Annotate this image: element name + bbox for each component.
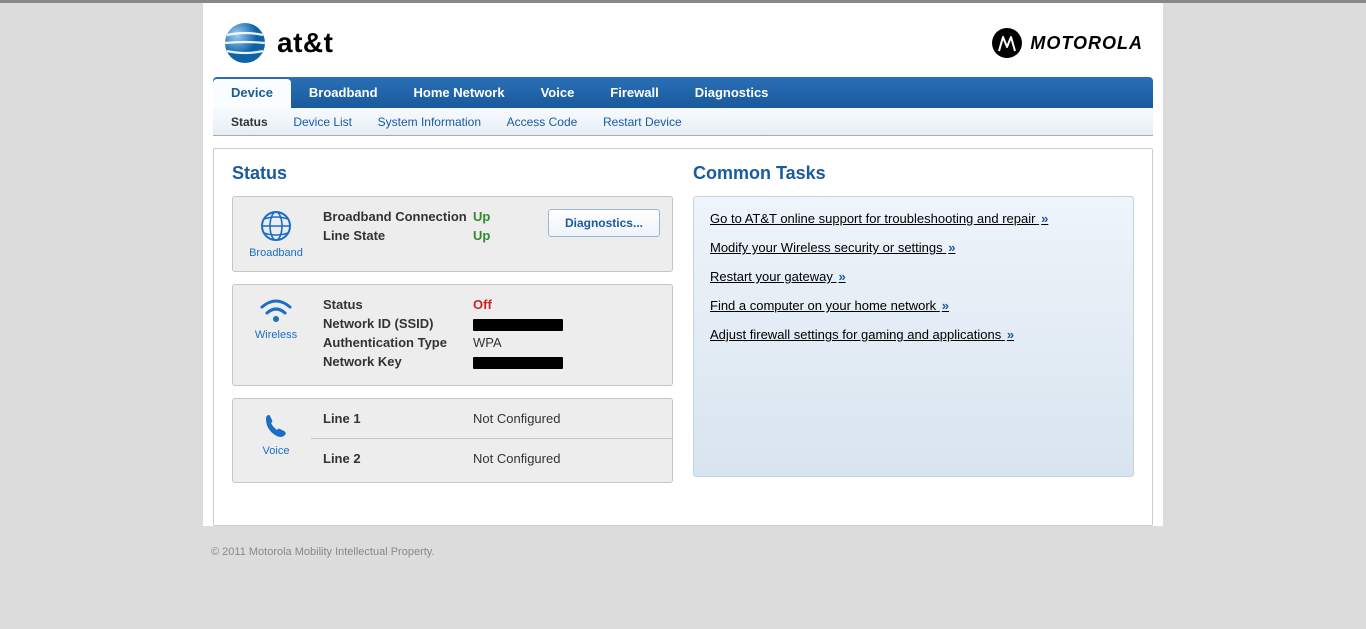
auth-type-label: Authentication Type	[323, 335, 473, 350]
footer-copyright: © 2011 Motorola Mobility Intellectual Pr…	[203, 546, 1163, 558]
att-logo: at&t	[223, 21, 333, 65]
tab-firewall[interactable]: Firewall	[592, 77, 676, 108]
phone-icon	[261, 411, 291, 441]
task-link-firewall-settings[interactable]: Adjust firewall settings for gaming and …	[710, 327, 1117, 342]
att-globe-icon	[223, 21, 267, 65]
subnav-restart-device[interactable]: Restart Device	[603, 115, 682, 129]
line1-value: Not Configured	[473, 411, 660, 426]
wireless-panel: Wireless StatusOff Network ID (SSID) Aut…	[232, 284, 673, 386]
subnav-status[interactable]: Status	[231, 115, 268, 129]
wifi-icon	[259, 297, 293, 325]
motorola-badge-icon	[992, 28, 1022, 58]
tab-home-network[interactable]: Home Network	[396, 77, 523, 108]
motorola-brand-text: MOTOROLA	[1030, 33, 1143, 54]
network-key-label: Network Key	[323, 354, 473, 369]
wireless-icon-label: Wireless	[255, 329, 297, 341]
task-link-support[interactable]: Go to AT&T online support for troublesho…	[710, 211, 1117, 226]
status-heading: Status	[232, 163, 673, 184]
chevron-right-icon: »	[838, 269, 845, 284]
ssid-label: Network ID (SSID)	[323, 316, 473, 331]
ssid-value	[473, 316, 660, 331]
top-nav: Device Broadband Home Network Voice Fire…	[213, 77, 1153, 108]
chevron-right-icon: »	[948, 240, 955, 255]
network-key-value	[473, 354, 660, 369]
subnav-device-list[interactable]: Device List	[293, 115, 352, 129]
auth-type-value: WPA	[473, 335, 660, 350]
line2-value: Not Configured	[473, 451, 660, 466]
header: at&t MOTOROLA	[203, 3, 1163, 77]
line1-label: Line 1	[323, 411, 473, 426]
chevron-right-icon: »	[1007, 327, 1014, 342]
broadband-conn-label: Broadband Connection	[323, 209, 473, 224]
wireless-status-value: Off	[473, 297, 660, 312]
common-tasks-heading: Common Tasks	[693, 163, 1134, 184]
voice-panel: Voice Line 1Not Configured Line 2Not Con…	[232, 398, 673, 483]
tab-device[interactable]: Device	[213, 79, 291, 108]
wireless-status-label: Status	[323, 297, 473, 312]
line2-label: Line 2	[323, 451, 473, 466]
tab-voice[interactable]: Voice	[523, 77, 593, 108]
chevron-right-icon: »	[1041, 211, 1048, 226]
task-link-wireless-settings[interactable]: Modify your Wireless security or setting…	[710, 240, 1117, 255]
motorola-logo: MOTOROLA	[992, 28, 1143, 58]
globe-icon	[259, 209, 293, 243]
sub-nav: Status Device List System Information Ac…	[213, 108, 1153, 136]
broadband-panel: Broadband Broadband ConnectionUp Line St…	[232, 196, 673, 272]
subnav-access-code[interactable]: Access Code	[507, 115, 578, 129]
divider	[311, 438, 672, 439]
broadband-icon-label: Broadband	[249, 247, 303, 259]
subnav-system-information[interactable]: System Information	[378, 115, 481, 129]
tab-diagnostics[interactable]: Diagnostics	[677, 77, 787, 108]
chevron-right-icon: »	[942, 298, 949, 313]
task-link-restart-gateway[interactable]: Restart your gateway »	[710, 269, 1117, 284]
voice-icon-label: Voice	[263, 445, 290, 457]
common-tasks-panel: Go to AT&T online support for troublesho…	[693, 196, 1134, 477]
line-state-label: Line State	[323, 228, 473, 243]
task-link-find-computer[interactable]: Find a computer on your home network »	[710, 298, 1117, 313]
att-brand-text: at&t	[277, 27, 333, 59]
diagnostics-button[interactable]: Diagnostics...	[548, 209, 660, 237]
tab-broadband[interactable]: Broadband	[291, 77, 396, 108]
